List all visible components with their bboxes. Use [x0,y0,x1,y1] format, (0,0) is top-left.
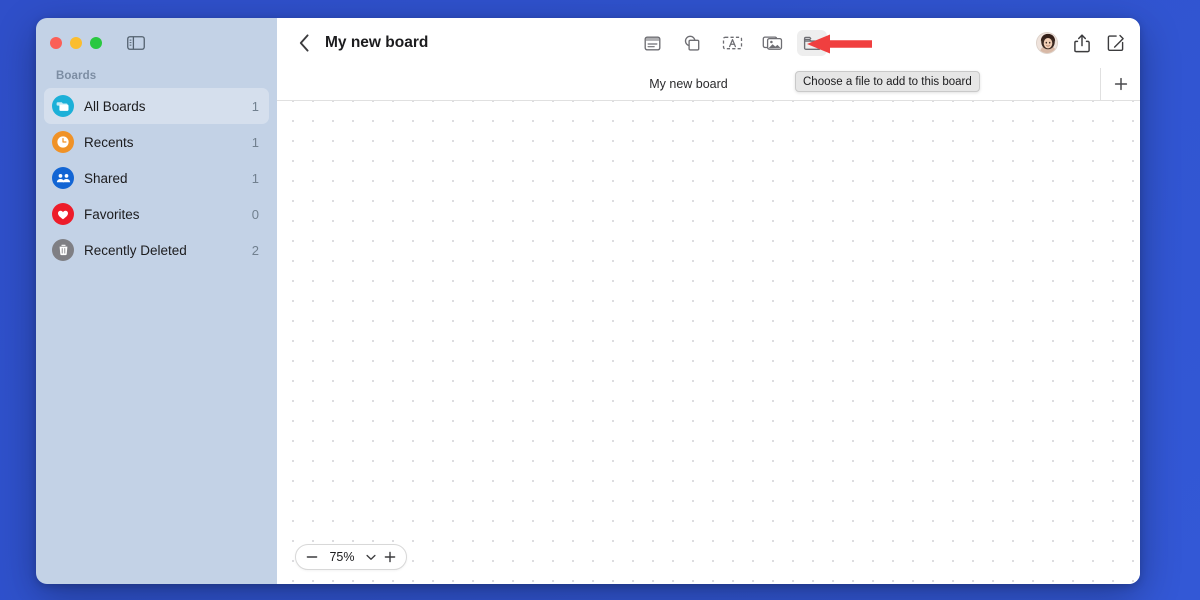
zoom-control: 75% [295,544,407,570]
media-tool[interactable] [757,30,787,56]
back-button[interactable] [291,30,317,56]
minimize-button[interactable] [70,37,82,49]
favorites-heart-icon [52,203,74,225]
sidebar-item-count: 1 [251,170,259,186]
sidebar-list: All Boards 1 Recents 1 Shared 1 Favorite… [36,88,277,268]
sidebar-item-label: Favorites [84,206,140,222]
sidebar-item-label: Recently Deleted [84,242,187,258]
shapes-icon [684,35,700,51]
sidebar-section-label: Boards [56,70,97,82]
sidebar: Boards All Boards 1 Recents 1 Shared 1 F… [36,18,277,584]
shared-people-icon [52,167,74,189]
share-button[interactable] [1072,32,1092,54]
window-controls [50,37,102,49]
zoom-level-value: 75% [329,550,355,564]
sidebar-item-recently-deleted[interactable]: Recently Deleted 2 [44,232,269,268]
sidebar-item-shared[interactable]: Shared 1 [44,160,269,196]
add-tab-button[interactable] [1100,68,1140,100]
folder-icon [803,36,821,50]
sidebar-item-count: 1 [251,134,259,150]
share-icon [1074,33,1090,52]
sidebar-item-recents[interactable]: Recents 1 [44,124,269,160]
sidebar-item-favorites[interactable]: Favorites 0 [44,196,269,232]
media-photos-icon [762,36,782,50]
zoom-in-button[interactable] [383,550,397,564]
chevron-down-icon [365,554,376,560]
sticky-note-icon [644,36,661,50]
shapes-tool[interactable] [677,30,707,56]
sidebar-item-count: 0 [251,206,259,222]
user-avatar[interactable] [1036,32,1058,54]
tab-label: My new board [649,77,728,91]
compose-button[interactable] [1106,32,1126,54]
sidebar-item-label: Recents [84,134,134,150]
maximize-button[interactable] [90,37,102,49]
close-button[interactable] [50,37,62,49]
sidebar-item-label: All Boards [84,98,146,114]
sidebar-titlebar [36,18,277,68]
zoom-out-button[interactable] [305,550,319,564]
sidebar-item-count: 1 [251,98,259,114]
whiteboard-window: Boards All Boards 1 Recents 1 Shared 1 F… [36,18,1140,584]
all-boards-icon [52,95,74,117]
plus-icon [384,551,396,563]
recents-clock-icon [52,131,74,153]
trash-icon [52,239,74,261]
text-box-tool[interactable] [717,30,747,56]
tabbar: My new board [277,68,1140,101]
page-title: My new board [325,34,429,51]
sidebar-item-all-boards[interactable]: All Boards 1 [44,88,269,124]
plus-icon [1114,77,1127,91]
file-tool[interactable] [797,30,828,56]
toolbar: My new board [277,18,1140,68]
sidebar-item-count: 2 [251,242,259,258]
tooltip: Choose a file to add to this board [795,71,980,92]
sidebar-toggle-icon[interactable] [126,35,146,51]
main-area: My new board My new board 75% [277,18,1140,584]
zoom-dropdown-button[interactable] [365,552,376,563]
text-box-icon [722,36,742,50]
sidebar-item-label: Shared [84,170,128,186]
toolbar-right [1036,32,1128,54]
sticky-note-tool[interactable] [637,30,667,56]
compose-icon [1107,34,1124,51]
toolbar-tools [428,30,1036,56]
minus-icon [306,556,318,558]
board-canvas[interactable]: 75% [277,101,1140,584]
